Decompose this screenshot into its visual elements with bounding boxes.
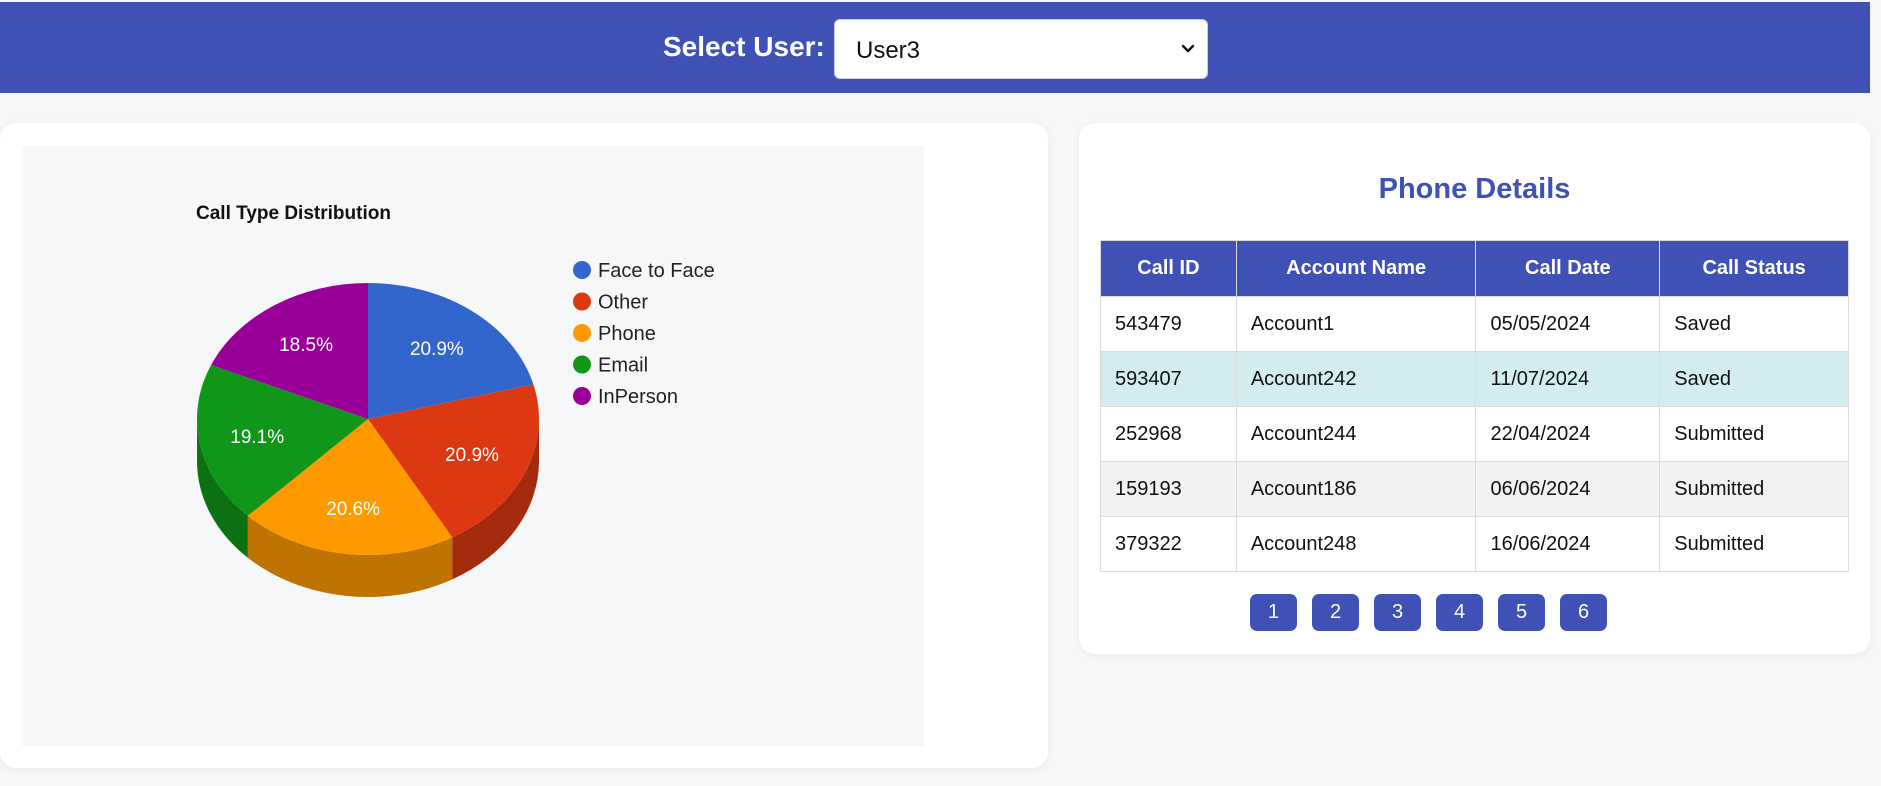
page-button-1[interactable]: 1 — [1250, 594, 1297, 631]
column-header: Call ID — [1100, 240, 1237, 297]
column-header: Account Name — [1235, 240, 1477, 297]
pie-chart-svg: Call Type Distribution 20.9% 20.9% 20.6% 19… — [196, 203, 715, 597]
page-button-4[interactable]: 4 — [1436, 594, 1483, 631]
pie-slice-label: 20.6% — [326, 499, 380, 520]
table-row[interactable]: 159193 Account186 06/06/2024 Submitted — [1100, 461, 1849, 517]
table-row[interactable]: 379322 Account248 16/06/2024 Submitted — [1100, 516, 1849, 572]
select-user-label: Select User: — [663, 31, 825, 62]
column-header: Call Date — [1475, 240, 1661, 297]
calls-table: Call ID Account Name Call Date Call Stat… — [1100, 240, 1849, 572]
table-cell: 11/07/2024 — [1475, 351, 1661, 407]
table-cell: Account248 — [1235, 516, 1477, 572]
table-cell: 16/06/2024 — [1475, 516, 1661, 572]
legend-label: Phone — [598, 323, 656, 345]
chart-title: Call Type Distribution — [196, 203, 391, 224]
table-cell: Account1 — [1235, 296, 1477, 352]
legend-label: Face to Face — [598, 260, 715, 282]
table-cell: Account242 — [1235, 351, 1477, 407]
user-select-value: User3 — [856, 37, 921, 64]
table-cell: 593407 — [1100, 351, 1237, 407]
top-bar: Select User: User3 — [0, 2, 1870, 93]
table-row[interactable]: 593407 Account242 11/07/2024 Saved — [1100, 351, 1849, 407]
panel-title: Phone Details — [1378, 173, 1571, 205]
phone-details-card: Phone Details Call ID Account Name Call … — [1079, 123, 1870, 654]
table-cell: Account186 — [1235, 461, 1477, 517]
table-cell: Saved — [1659, 351, 1849, 407]
pagination: 1 2 3 4 5 6 — [1079, 594, 1870, 631]
legend-marker — [573, 261, 591, 279]
table-header-row: Call ID Account Name Call Date Call Stat… — [1100, 240, 1849, 297]
user-select[interactable]: User3 — [834, 19, 1208, 79]
legend-marker — [573, 324, 591, 342]
table-cell: 543479 — [1100, 296, 1237, 352]
pie-slice-label: 19.1% — [230, 427, 284, 448]
table-cell: Submitted — [1659, 516, 1849, 572]
table-cell: Saved — [1659, 296, 1849, 352]
legend-label: Email — [598, 355, 648, 377]
page-button-2[interactable]: 2 — [1312, 594, 1359, 631]
table-cell: 06/06/2024 — [1475, 461, 1661, 517]
table-row[interactable]: 543479 Account1 05/05/2024 Saved — [1100, 296, 1849, 352]
chevron-down-icon — [1181, 44, 1195, 53]
chart-card: Call Type Distribution 20.9% 20.9% 20.6% 19… — [0, 123, 1048, 768]
table-cell: Account244 — [1235, 406, 1477, 462]
legend-marker — [573, 355, 591, 374]
legend-marker — [573, 292, 591, 311]
legend-label: InPerson — [598, 386, 678, 408]
pie-chart: Call Type Distribution 20.9% 20.9% 20.6% 19… — [22, 146, 924, 746]
page-button-5[interactable]: 5 — [1498, 594, 1545, 631]
table-cell: 05/05/2024 — [1475, 296, 1661, 352]
table-cell: 379322 — [1100, 516, 1237, 572]
column-header: Call Status — [1659, 240, 1849, 297]
pie-slice-label: 20.9% — [410, 339, 464, 360]
table-cell: 252968 — [1100, 406, 1237, 462]
table-cell: 22/04/2024 — [1475, 406, 1661, 462]
pie-slice-label: 18.5% — [279, 335, 333, 356]
page-button-3[interactable]: 3 — [1374, 594, 1421, 631]
table-cell: Submitted — [1659, 406, 1849, 462]
table-cell: Submitted — [1659, 461, 1849, 517]
legend-marker — [573, 387, 591, 405]
pie-slice-label: 20.9% — [445, 445, 499, 466]
legend-label: Other — [598, 292, 648, 314]
table-row[interactable]: 252968 Account244 22/04/2024 Submitted — [1100, 406, 1849, 462]
table-cell: 159193 — [1100, 461, 1237, 517]
page-button-6[interactable]: 6 — [1560, 594, 1607, 631]
